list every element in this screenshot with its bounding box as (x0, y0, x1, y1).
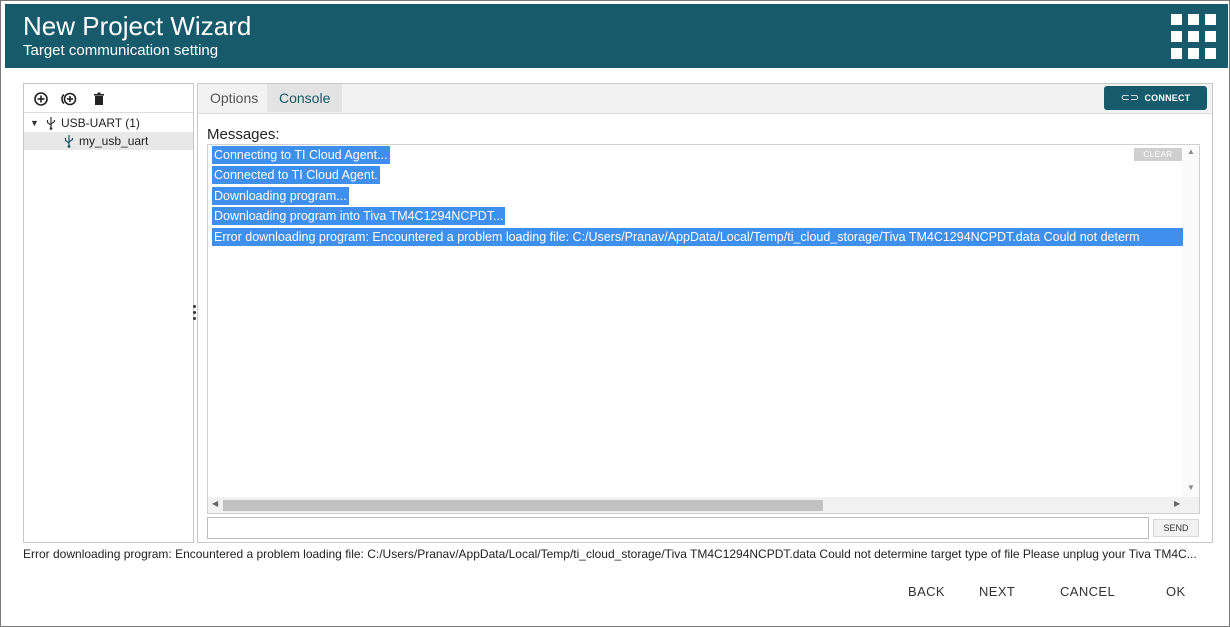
wizard-subtitle: Target communication setting (23, 42, 219, 59)
tab-bar: Options Console ⊂⊃ CONNECT (198, 84, 1212, 114)
tab-console[interactable]: Console (267, 84, 343, 112)
scroll-up-icon[interactable]: ▲ (1187, 147, 1195, 156)
messages-label: Messages: (207, 126, 280, 143)
scroll-right-icon[interactable]: ▶ (1174, 499, 1180, 508)
tree-node-label: my_usb_uart (79, 134, 149, 148)
window-scrollbar[interactable] (1214, 69, 1228, 625)
trash-icon[interactable] (89, 89, 109, 109)
connect-icon: ⊂⊃ (1120, 92, 1140, 104)
scroll-left-icon[interactable]: ◀ (212, 499, 218, 508)
caret-down-icon[interactable]: ▼ (30, 114, 39, 132)
log-line: Connected to TI Cloud Agent. (212, 166, 380, 184)
wizard-title: New Project Wizard (23, 11, 252, 41)
wizard-header: New Project Wizard Target communication … (5, 4, 1228, 68)
connect-label: CONNECT (1144, 93, 1191, 103)
log-line: Connecting to TI Cloud Agent... (212, 146, 390, 164)
horizontal-scrollbar[interactable]: ◀ ▶ (208, 497, 1199, 513)
add-circle-icon[interactable] (31, 89, 51, 109)
message-log[interactable]: Connecting to TI Cloud Agent... Connecte… (207, 144, 1200, 514)
send-input[interactable] (207, 517, 1149, 539)
cancel-button[interactable]: CANCEL (1060, 584, 1115, 602)
add-connection-icon[interactable] (59, 89, 79, 109)
status-message: Error downloading program: Encountered a… (23, 547, 1197, 561)
ok-button[interactable]: OK (1166, 584, 1186, 602)
console-panel: Options Console ⊂⊃ CONNECT Messages: Conn… (197, 83, 1213, 543)
wizard-window: New Project Wizard Target communication … (0, 0, 1230, 627)
usb-icon (45, 116, 57, 130)
scrollbar-thumb[interactable] (223, 500, 823, 511)
vertical-scrollbar[interactable]: ▲ ▼ (1183, 145, 1199, 497)
send-button[interactable]: SEND (1153, 519, 1199, 537)
usb-icon (63, 134, 75, 148)
log-line: Error downloading program: Encountered a… (212, 228, 1184, 246)
back-button[interactable]: BACK (908, 584, 945, 602)
log-line: Downloading program into Tiva TM4C1294NC… (212, 207, 506, 225)
scroll-down-icon[interactable]: ▼ (1187, 483, 1195, 492)
tree-node-my-usb-uart[interactable]: my_usb_uart (24, 132, 193, 150)
clear-button[interactable]: CLEAR (1134, 148, 1182, 161)
log-line: Downloading program... (212, 187, 349, 205)
connection-tree-panel: ▼ USB-UART (1) my_usb_uart (23, 83, 194, 543)
next-button[interactable]: NEXT (979, 584, 1015, 602)
tab-options[interactable]: Options (198, 84, 270, 112)
tree-node-usb-uart[interactable]: ▼ USB-UART (1) (24, 114, 193, 132)
tree-toolbar (24, 84, 193, 113)
connect-button[interactable]: ⊂⊃ CONNECT (1104, 86, 1207, 110)
apps-grid-icon[interactable] (1171, 14, 1217, 60)
tree-node-label: USB-UART (1) (61, 116, 140, 130)
